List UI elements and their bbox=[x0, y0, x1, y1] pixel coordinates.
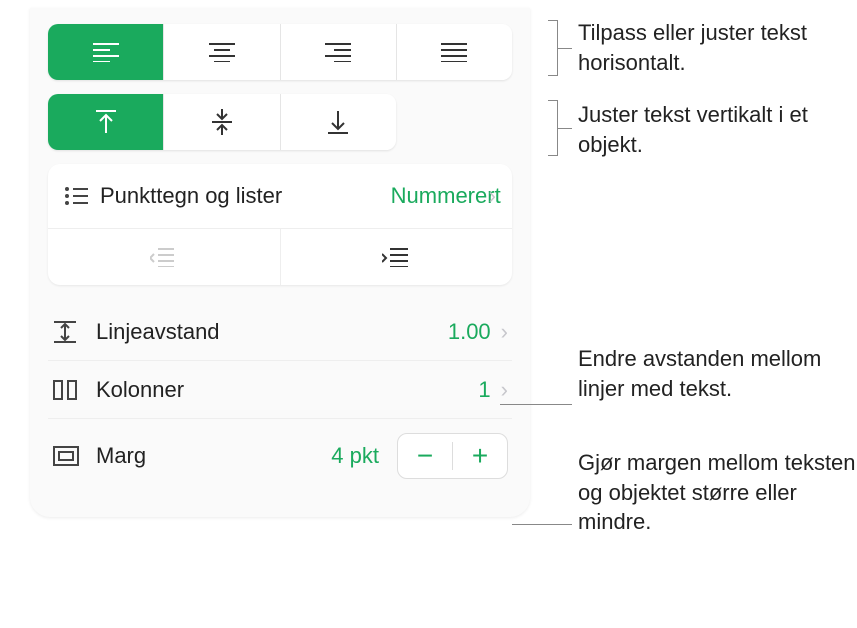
chevron-right-icon: › bbox=[501, 319, 508, 345]
callout-horizontal: Tilpass eller juster tekst horisontalt. bbox=[578, 18, 857, 77]
vertical-align-group bbox=[48, 94, 396, 150]
margin-icon bbox=[52, 445, 96, 467]
valign-bottom-button[interactable] bbox=[281, 94, 396, 150]
columns-row[interactable]: Kolonner 1 › bbox=[48, 361, 512, 419]
callout-margin: Gjør margen mellom teksten og objektet s… bbox=[578, 448, 857, 537]
outdent-icon bbox=[150, 247, 178, 267]
bracket bbox=[548, 100, 558, 156]
callout-line bbox=[558, 128, 572, 129]
align-left-button[interactable] bbox=[48, 24, 164, 80]
spacing-section: Linjeavstand 1.00 › Kolonner 1 › Marg 4 … bbox=[48, 303, 512, 493]
align-right-button[interactable] bbox=[281, 24, 397, 80]
margin-value: 4 pkt bbox=[331, 443, 379, 469]
valign-top-icon bbox=[94, 109, 118, 135]
margin-stepper: − + bbox=[397, 433, 508, 479]
list-icon bbox=[64, 186, 100, 206]
align-right-icon bbox=[324, 42, 352, 62]
valign-middle-button[interactable] bbox=[164, 94, 280, 150]
bullets-value: Nummerert bbox=[391, 184, 481, 208]
margin-label: Marg bbox=[96, 443, 331, 469]
columns-value: 1 bbox=[478, 377, 490, 403]
align-center-button[interactable] bbox=[164, 24, 280, 80]
callout-line bbox=[558, 48, 572, 49]
format-panel: Punkttegn og lister Nummerert › Linjeavs… bbox=[30, 8, 530, 517]
callout-linespacing: Endre avstanden mellom linjer med tekst. bbox=[578, 344, 857, 403]
indent-row bbox=[48, 228, 512, 285]
columns-label: Kolonner bbox=[96, 377, 478, 403]
align-justify-button[interactable] bbox=[397, 24, 512, 80]
chevron-right-icon: › bbox=[489, 183, 496, 209]
callout-line bbox=[512, 524, 572, 525]
outdent-button[interactable] bbox=[48, 229, 281, 285]
bullets-row[interactable]: Punkttegn og lister Nummerert › bbox=[48, 164, 512, 228]
bracket bbox=[548, 20, 558, 76]
margin-decrease-button[interactable]: − bbox=[398, 434, 452, 478]
chevron-right-icon: › bbox=[501, 377, 508, 403]
indent-icon bbox=[382, 247, 410, 267]
align-center-icon bbox=[208, 42, 236, 62]
valign-middle-icon bbox=[210, 108, 234, 136]
indent-button[interactable] bbox=[281, 229, 513, 285]
bullets-label: Punkttegn og lister bbox=[100, 183, 391, 209]
bullets-section: Punkttegn og lister Nummerert › bbox=[48, 164, 512, 285]
horizontal-align-group bbox=[48, 24, 512, 80]
line-spacing-icon bbox=[52, 320, 96, 344]
align-justify-icon bbox=[440, 42, 468, 62]
valign-bottom-icon bbox=[326, 109, 350, 135]
valign-top-button[interactable] bbox=[48, 94, 164, 150]
margin-row: Marg 4 pkt − + bbox=[48, 419, 512, 493]
line-spacing-label: Linjeavstand bbox=[96, 319, 448, 345]
align-left-icon bbox=[92, 42, 120, 62]
line-spacing-row[interactable]: Linjeavstand 1.00 › bbox=[48, 303, 512, 361]
line-spacing-value: 1.00 bbox=[448, 319, 491, 345]
columns-icon bbox=[52, 379, 96, 401]
margin-increase-button[interactable]: + bbox=[453, 434, 507, 478]
callout-vertical: Juster tekst vertikalt i et objekt. bbox=[578, 100, 857, 159]
callout-line bbox=[500, 404, 572, 405]
